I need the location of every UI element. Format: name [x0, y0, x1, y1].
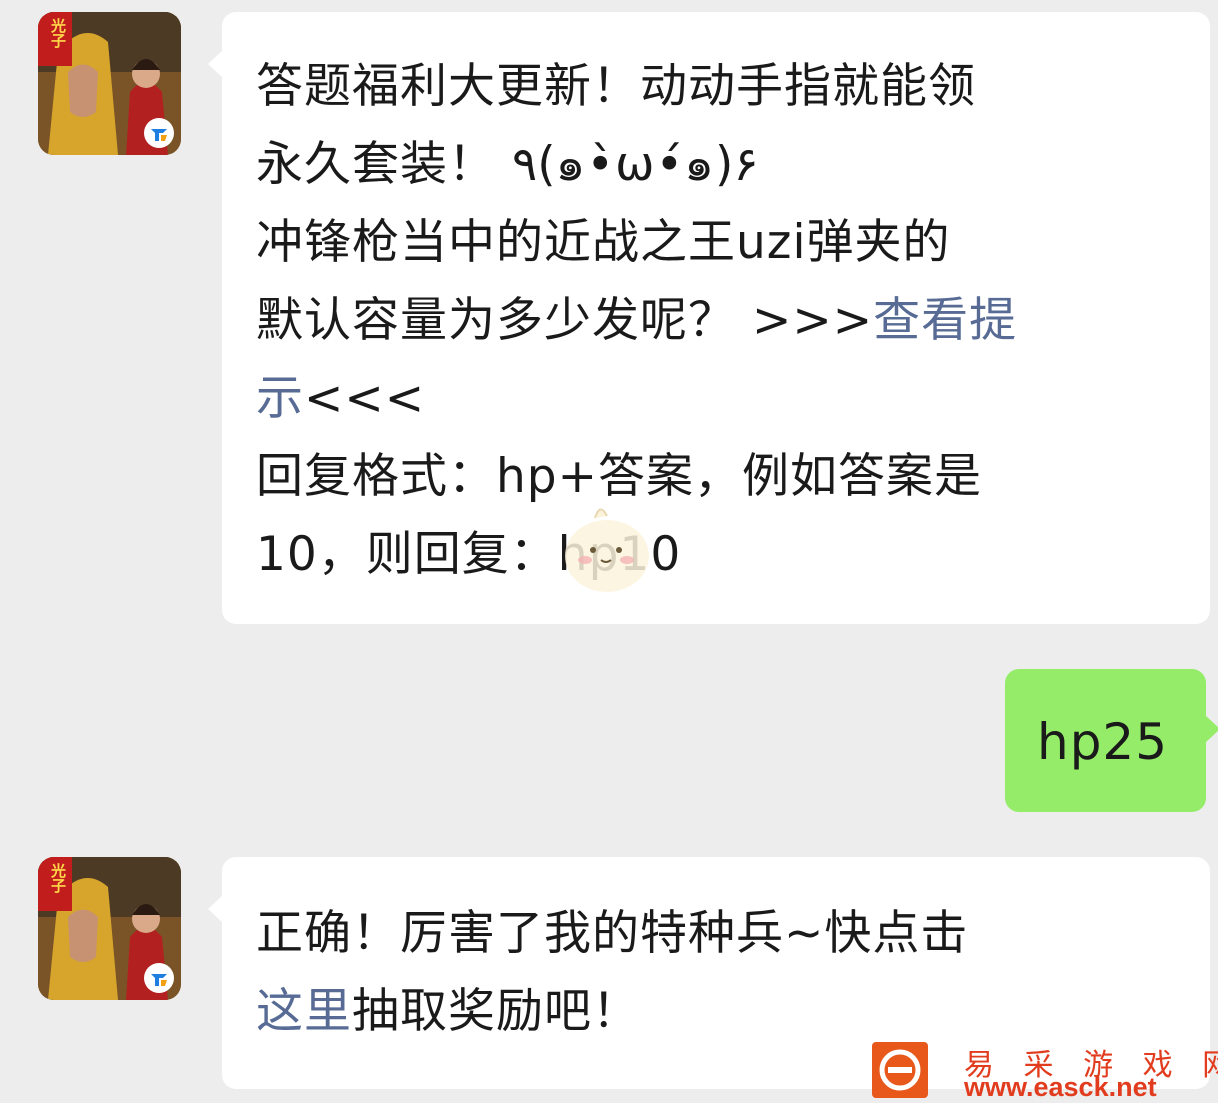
site-watermark: 易 采 游 戏 网 www.easck.net	[872, 1040, 1218, 1102]
official-account-avatar[interactable]: 光子	[38, 857, 181, 1000]
message-text: 默认容量为多少发呢？ >>>	[256, 293, 874, 348]
view-hint-link[interactable]: 示	[256, 371, 304, 426]
mascot-watermark-icon	[565, 508, 649, 592]
message-line: 正确！厉害了我的特种兵~快点击	[256, 895, 1210, 973]
official-account-avatar[interactable]: 光子	[38, 12, 181, 155]
message-text: 答题福利大更新！动动手指就能领	[256, 59, 976, 114]
tencent-games-icon	[143, 962, 175, 994]
message-text: 回复格式：hp+答案，例如答案是	[256, 449, 983, 504]
claim-reward-link[interactable]: 这里	[256, 984, 352, 1039]
outgoing-message-bubble[interactable]: hp25	[1005, 669, 1218, 812]
message-text: 永久套装！ ٩(๑•̀ω•́๑)۶	[256, 137, 759, 192]
view-hint-link[interactable]: 查看提	[873, 293, 1017, 348]
tencent-games-icon	[143, 117, 175, 149]
message-text: 冲锋枪当中的近战之王uzi弹夹的	[256, 215, 951, 270]
message-line: 永久套装！ ٩(๑•̀ω•́๑)۶	[256, 126, 1210, 204]
watermark-url: www.easck.net	[964, 1072, 1157, 1102]
avatar-badge: 光子	[49, 18, 67, 48]
incoming-message-bubble[interactable]: 答题福利大更新！动动手指就能领 永久套装！ ٩(๑•̀ω•́๑)۶ 冲锋枪当中的…	[208, 12, 1210, 624]
message-line: 回复格式：hp+答案，例如答案是	[256, 438, 1210, 516]
message-text: hp25	[1037, 713, 1169, 771]
easck-logo-icon	[872, 1042, 928, 1098]
message-line: 示<<<	[256, 360, 1210, 438]
message-text: 正确！厉害了我的特种兵~快点击	[256, 906, 969, 961]
message-text: <<<	[304, 371, 426, 426]
avatar-badge: 光子	[49, 863, 67, 893]
message-line: 冲锋枪当中的近战之王uzi弹夹的	[256, 204, 1210, 282]
message-text: 抽取奖励吧！	[352, 984, 640, 1039]
message-line: 答题福利大更新！动动手指就能领	[256, 48, 1210, 126]
message-line: 默认容量为多少发呢？ >>>查看提	[256, 282, 1210, 360]
message-line: 10，则回复：hp10	[256, 516, 1210, 594]
